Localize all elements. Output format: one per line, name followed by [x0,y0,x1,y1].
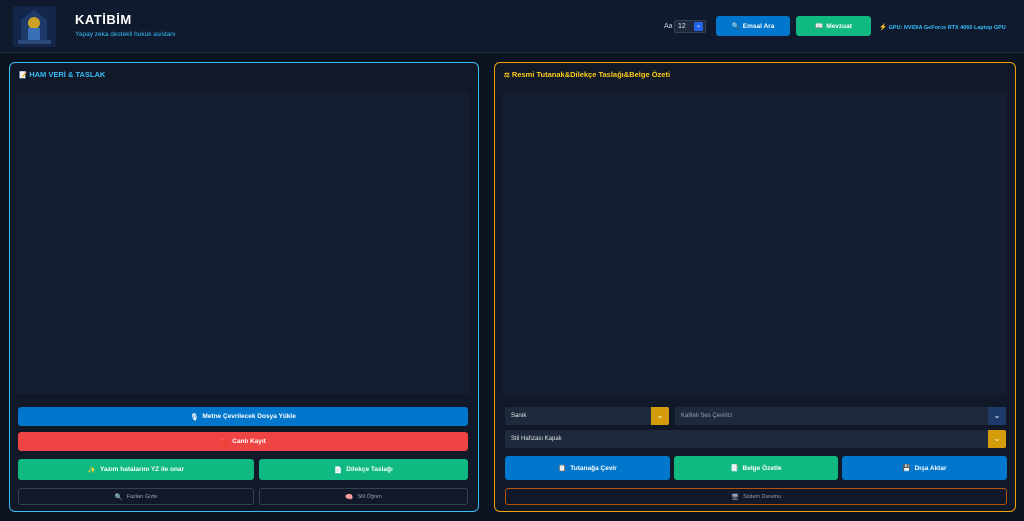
fix-typos-button[interactable]: ✨ Yazım hatalarını YZ ile onar [18,459,254,480]
filter-icon: 🔍 [114,493,123,501]
app-subtitle: Yapay zeka destekli hukuk asistanı [75,31,176,38]
style-learn-label: Stil Öğren [357,493,382,500]
font-size-label: Aa [664,23,673,30]
app-logo [13,6,56,47]
raw-data-title-text: HAM VERİ & TASLAK [29,70,106,79]
chip-icon: ⚡ [879,24,888,31]
search-icon: 🔍 [731,23,740,30]
edit-note-icon: 📝 [19,72,28,79]
chevron-down-icon: ⌄ [988,407,1006,425]
font-size-select[interactable]: 12 ⌄ [674,20,706,33]
hide-fillers-label: Fazları Gizle [126,493,158,500]
chevron-down-icon: ⌄ [694,22,703,31]
summarize-button[interactable]: 📑 Belge Özetle [674,456,838,480]
official-document-panel: ⚖ Resmi Tutanak&Dilekçe Taslağı&Belge Öz… [494,62,1016,512]
audio-quality-value: Kaliteli Ses Çevirici [681,413,733,419]
upload-file-label: Metne Çevrilecek Dosya Yükle [202,413,296,420]
system-status-button[interactable]: 🖥 Sistem Durumu [505,488,1007,505]
export-button[interactable]: 💾 Dışa Aktar [842,456,1007,480]
summary-icon: 📑 [730,465,739,472]
save-icon: 💾 [902,465,911,472]
role-select[interactable]: Sanık ⌄ [505,407,669,425]
raw-text-editor[interactable] [16,92,470,394]
brain-icon: 🧠 [345,493,354,501]
emsal-search-label: Emsal Ara [742,22,775,30]
monitor-icon: 🖥 [730,493,740,501]
petition-draft-button[interactable]: 📄 Dilekçe Taslağı [259,459,468,480]
microphone-icon: 🎙 [190,413,199,421]
summarize-label: Belge Özetle [742,464,782,472]
style-learn-button[interactable]: 🧠 Stil Öğren [259,488,468,505]
gpu-status: ⚡ GPU: NVIDIA GeForce RTX 4060 Laptop GP… [879,23,1006,31]
raw-data-panel-title: 📝 HAM VERİ & TASLAK [19,70,105,79]
hide-fillers-button[interactable]: 🔍 Fazları Gizle [18,488,254,505]
mevzuat-label: Mevzuat [826,22,852,30]
style-memory-value: Stil Hafızası Kapalı [511,436,562,442]
document-icon: 📄 [334,466,343,474]
raw-data-panel: 📝 HAM VERİ & TASLAK 🎙 Metne Çevrilecek D… [9,62,479,512]
petition-draft-label: Dilekçe Taslağı [346,466,393,473]
gpu-status-text: GPU: NVIDIA GeForce RTX 4060 Laptop GPU [888,25,1006,31]
system-status-label: Sistem Durumu [743,493,782,500]
record-icon: 🔴 [220,438,229,446]
sparkle-icon: ✨ [87,466,97,474]
fix-typos-label: Yazım hatalarını YZ ile onar [100,466,185,473]
audio-quality-select[interactable]: Kaliteli Ses Çevirici ⌄ [675,407,1006,425]
official-text-editor[interactable] [503,92,1007,395]
clipboard-icon: 📋 [558,465,567,472]
mevzuat-button[interactable]: 📖 Mevzuat [796,16,871,36]
chevron-down-icon: ⌄ [988,430,1006,448]
scales-icon: ⚖ [504,72,510,79]
export-label: Dışa Aktar [914,464,947,472]
emsal-search-button[interactable]: 🔍 Emsal Ara [716,16,790,36]
convert-minutes-label: Tutanağa Çevir [570,464,617,472]
official-document-title-text: Resmi Tutanak&Dilekçe Taslağı&Belge Özet… [511,70,671,79]
convert-minutes-button[interactable]: 📋 Tutanağa Çevir [505,456,670,480]
live-record-button[interactable]: 🔴 Canlı Kayıt [18,432,468,451]
role-select-value: Sanık [511,413,527,419]
upload-file-button[interactable]: 🎙 Metne Çevrilecek Dosya Yükle [18,407,468,426]
chevron-down-icon: ⌄ [651,407,669,425]
app-title: KATİBİM [75,12,132,27]
live-record-label: Canlı Kayıt [232,438,266,445]
book-icon: 📖 [815,23,824,30]
style-memory-select[interactable]: Stil Hafızası Kapalı ⌄ [505,430,1006,448]
font-size-value: 12 [678,23,686,30]
app-header: KATİBİM Yapay zeka destekli hukuk asista… [0,0,1024,53]
official-document-panel-title: ⚖ Resmi Tutanak&Dilekçe Taslağı&Belge Öz… [504,70,670,79]
